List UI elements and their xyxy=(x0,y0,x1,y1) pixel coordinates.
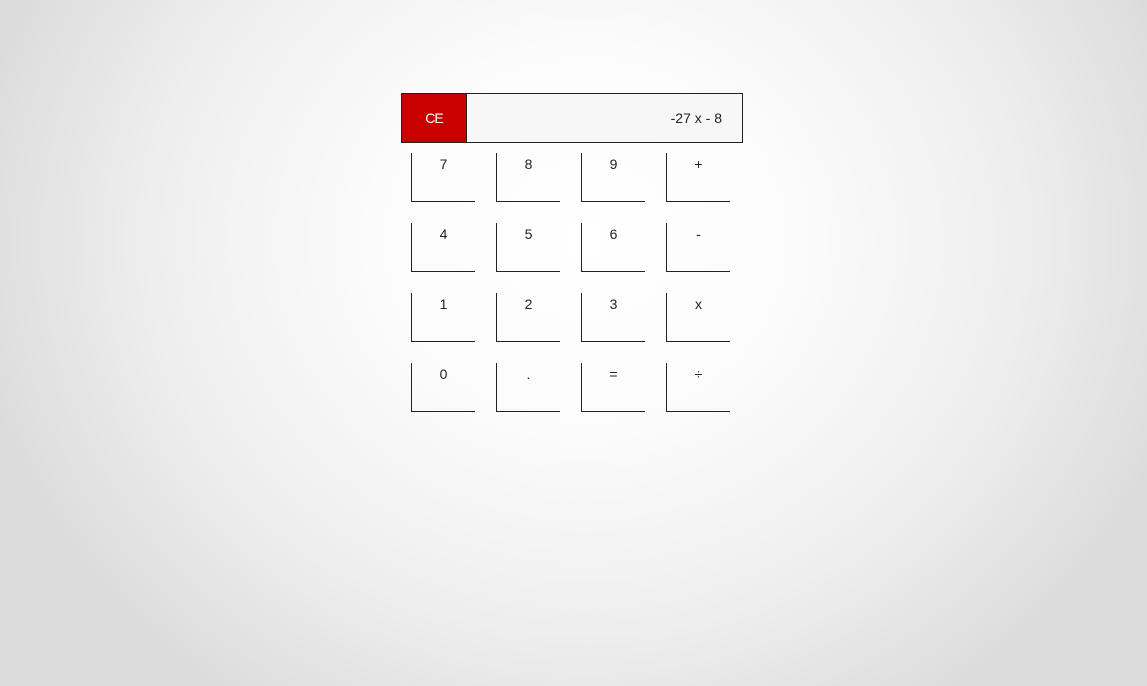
key-equals[interactable]: = xyxy=(581,363,645,412)
key-plus[interactable]: + xyxy=(666,153,730,202)
key-5[interactable]: 5 xyxy=(496,223,560,272)
key-minus-label: - xyxy=(696,226,701,242)
key-1[interactable]: 1 xyxy=(411,293,475,342)
key-2-label: 2 xyxy=(524,296,533,312)
calculator-display: -27 x - 8 xyxy=(467,94,742,142)
key-1-label: 1 xyxy=(439,296,448,312)
key-multiply[interactable]: x xyxy=(666,293,730,342)
key-2[interactable]: 2 xyxy=(496,293,560,342)
key-divide-label: ÷ xyxy=(694,366,703,382)
calculator-top-bar: CE -27 x - 8 xyxy=(401,93,743,143)
key-equals-label: = xyxy=(609,366,618,382)
key-minus[interactable]: - xyxy=(666,223,730,272)
key-divide[interactable]: ÷ xyxy=(666,363,730,412)
key-plus-label: + xyxy=(694,156,703,172)
key-6-label: 6 xyxy=(609,226,618,242)
key-6[interactable]: 6 xyxy=(581,223,645,272)
display-value: -27 x - 8 xyxy=(670,110,722,126)
key-4[interactable]: 4 xyxy=(411,223,475,272)
key-multiply-label: x xyxy=(695,296,702,312)
key-0[interactable]: 0 xyxy=(411,363,475,412)
key-9[interactable]: 9 xyxy=(581,153,645,202)
key-4-label: 4 xyxy=(439,226,448,242)
key-7[interactable]: 7 xyxy=(411,153,475,202)
key-0-label: 0 xyxy=(439,366,448,382)
key-3-label: 3 xyxy=(609,296,618,312)
key-8[interactable]: 8 xyxy=(496,153,560,202)
calculator: CE -27 x - 8 7 8 9 + 4 5 6 - 1 2 3 x 0 .… xyxy=(401,93,743,413)
key-7-label: 7 xyxy=(439,156,448,172)
key-decimal[interactable]: . xyxy=(496,363,560,412)
keypad: 7 8 9 + 4 5 6 - 1 2 3 x 0 . = ÷ xyxy=(401,143,743,413)
key-5-label: 5 xyxy=(524,226,533,242)
key-decimal-label: . xyxy=(526,366,531,382)
clear-entry-button[interactable]: CE xyxy=(402,94,467,142)
key-8-label: 8 xyxy=(524,156,533,172)
key-9-label: 9 xyxy=(609,156,618,172)
key-3[interactable]: 3 xyxy=(581,293,645,342)
